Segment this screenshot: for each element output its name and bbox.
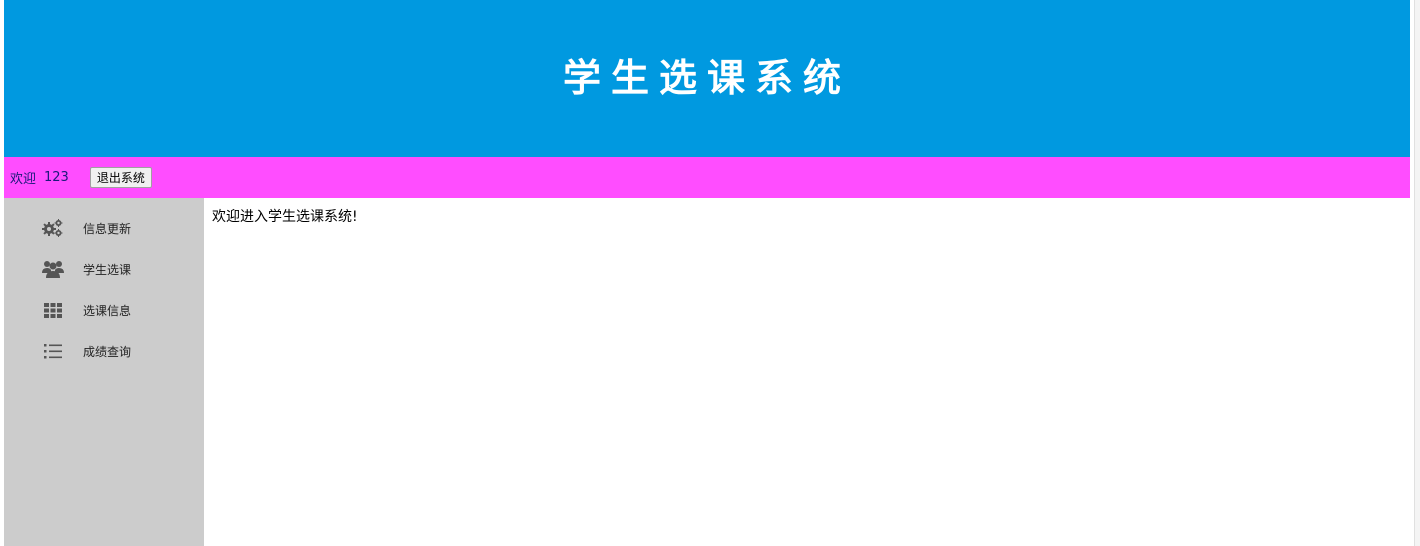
welcome-username: 123 — [44, 170, 69, 185]
header-banner: 学生选课系统 — [4, 0, 1410, 157]
sidebar: 信息更新 学生选课 选课信息 成绩查询 — [4, 198, 204, 546]
sidebar-item-label: 信息更新 — [83, 221, 132, 236]
welcome-message: 欢迎进入学生选课系统! — [212, 209, 358, 225]
page: 学生选课系统 欢迎 123 退出系统 信息更新 学生选课 选课信息 成绩查询 欢… — [0, 0, 1420, 546]
logout-button[interactable]: 退出系统 — [89, 167, 152, 188]
grid-icon — [42, 299, 64, 321]
main-content: 欢迎进入学生选课系统! — [204, 198, 1410, 546]
sidebar-item-label: 选课信息 — [83, 303, 132, 318]
users-icon — [42, 258, 64, 280]
gears-icon — [42, 217, 64, 239]
sidebar-item-course-selection[interactable]: 学生选课 — [4, 254, 204, 284]
scrollbar[interactable] — [1414, 0, 1420, 546]
sidebar-item-label: 学生选课 — [83, 262, 132, 277]
sidebar-item-grade-query[interactable]: 成绩查询 — [4, 336, 204, 366]
welcome-bar: 欢迎 123 退出系统 — [4, 157, 1410, 198]
sidebar-item-info-update[interactable]: 信息更新 — [4, 213, 204, 243]
page-title: 学生选课系统 — [562, 56, 851, 100]
welcome-greeting: 欢迎 — [10, 172, 37, 187]
list-icon — [42, 340, 64, 362]
sidebar-item-label: 成绩查询 — [83, 344, 132, 359]
sidebar-item-course-info[interactable]: 选课信息 — [4, 295, 204, 325]
